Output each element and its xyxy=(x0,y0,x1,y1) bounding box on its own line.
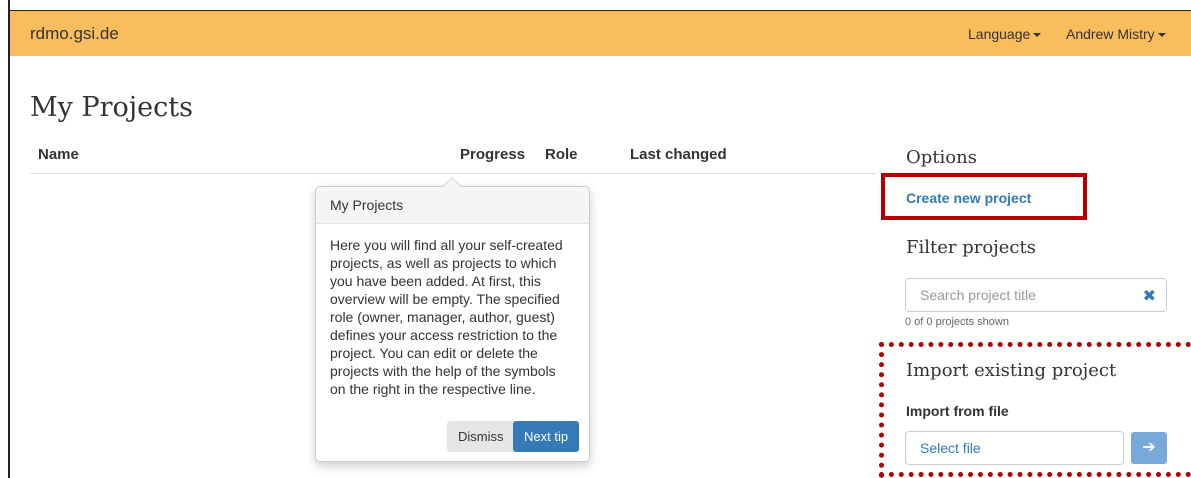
options-heading: Options xyxy=(906,147,977,168)
clear-icon[interactable]: ✖ xyxy=(1143,286,1156,306)
user-name: Andrew Mistry xyxy=(1066,26,1155,42)
popover-arrow xyxy=(442,177,462,187)
filter-heading: Filter projects xyxy=(906,237,1036,258)
search-input[interactable]: Search project title ✖ xyxy=(905,278,1167,312)
highlight-dotted-bottom xyxy=(879,472,1191,477)
import-submit-button[interactable]: ➔ xyxy=(1131,432,1167,464)
language-label: Language xyxy=(968,26,1031,42)
caret-down-icon xyxy=(1157,33,1166,38)
column-header-last-changed[interactable]: Last changed xyxy=(630,146,727,163)
brand-link[interactable]: rdmo.gsi.de xyxy=(30,24,119,44)
import-heading: Import existing project xyxy=(906,360,1117,381)
page-title: My Projects xyxy=(30,92,193,123)
search-placeholder: Search project title xyxy=(920,287,1036,303)
dismiss-button[interactable]: Dismiss xyxy=(447,421,515,452)
user-dropdown[interactable]: Andrew Mistry xyxy=(1066,26,1166,42)
column-header-name[interactable]: Name xyxy=(38,146,79,163)
caret-down-icon xyxy=(1033,33,1042,38)
import-label: Import from file xyxy=(906,403,1009,419)
arrow-right-icon: ➔ xyxy=(1142,439,1156,456)
next-tip-button[interactable]: Next tip xyxy=(513,421,580,452)
navbar: rdmo.gsi.de Language Andrew Mistry xyxy=(10,10,1191,56)
tip-title: My Projects xyxy=(316,187,589,224)
column-header-role[interactable]: Role xyxy=(545,146,578,163)
tip-body: Here you will find all your self-created… xyxy=(330,237,563,397)
create-project-link[interactable]: Create new project xyxy=(906,190,1031,206)
tip-popover: My Projects Here you will find all your … xyxy=(315,177,590,462)
projects-count: 0 of 0 projects shown xyxy=(905,316,1009,328)
language-dropdown[interactable]: Language xyxy=(968,26,1042,42)
column-header-progress[interactable]: Progress xyxy=(460,146,525,163)
file-select-input[interactable]: Select file xyxy=(905,431,1124,465)
table-divider xyxy=(30,173,875,174)
file-select-placeholder: Select file xyxy=(920,440,981,456)
